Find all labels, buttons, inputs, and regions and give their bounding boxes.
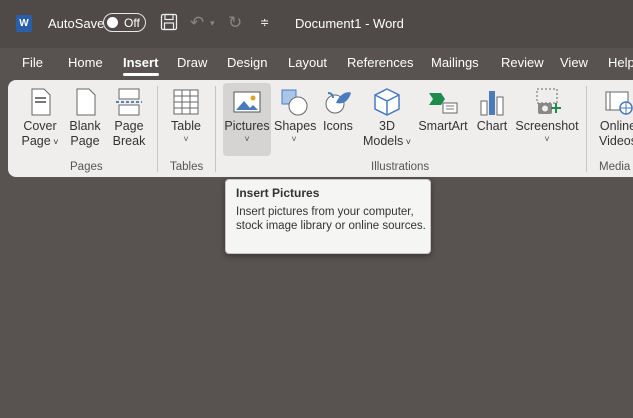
undo-icon[interactable]: ↶ xyxy=(190,13,204,33)
table-button[interactable]: Table ˅ xyxy=(164,83,208,156)
screenshot-button[interactable]: Screenshot ˅ xyxy=(515,83,579,156)
pictures-icon xyxy=(233,91,261,113)
page-break-label-1: Page xyxy=(114,119,144,133)
tab-file[interactable]: File xyxy=(22,55,43,70)
screenshot-icon xyxy=(536,88,561,114)
chevron-down-icon: ˅ xyxy=(244,134,250,144)
insert-ribbon: Cover Page ˅ Blank Page Page Break Pages… xyxy=(8,80,633,177)
online-videos-icon xyxy=(605,91,633,115)
title-bar: W AutoSave Off ↶ ▾ ↻ ≑ Document1 - Word xyxy=(0,0,633,48)
tab-home[interactable]: Home xyxy=(68,55,103,70)
screenshot-label: Screenshot xyxy=(515,119,579,133)
table-icon xyxy=(173,89,199,115)
tab-draw[interactable]: Draw xyxy=(177,55,207,70)
customize-quick-access-icon[interactable]: ≑ xyxy=(260,13,269,33)
3d-cube-icon xyxy=(374,88,400,116)
autosave-label: AutoSave xyxy=(48,16,105,31)
tab-mailings[interactable]: Mailings xyxy=(431,55,479,70)
online-videos-label-1: Online xyxy=(599,119,633,133)
shapes-icon xyxy=(281,89,308,116)
chevron-down-icon: ˅ xyxy=(403,137,412,147)
group-separator xyxy=(157,86,158,172)
tooltip-body: Insert pictures from your computer, stoc… xyxy=(236,206,426,232)
smartart-label: SmartArt xyxy=(418,119,468,133)
blank-page-button[interactable]: Blank Page xyxy=(66,83,104,156)
group-separator xyxy=(586,86,587,172)
blank-page-icon xyxy=(76,88,96,116)
online-videos-button[interactable]: Online Videos xyxy=(592,83,633,156)
shapes-label: Shapes xyxy=(274,119,317,133)
icons-icon xyxy=(325,92,351,114)
undo-dropdown-icon[interactable]: ▾ xyxy=(210,13,215,33)
chart-icon xyxy=(480,91,504,116)
tab-view[interactable]: View xyxy=(560,55,588,70)
smartart-button[interactable]: SmartArt xyxy=(416,83,470,156)
redo-icon[interactable]: ↻ xyxy=(228,13,242,33)
tab-layout[interactable]: Layout xyxy=(288,55,327,70)
icons-label: Icons xyxy=(323,119,353,133)
group-label-tables: Tables xyxy=(170,161,204,173)
blank-page-label-2: Page xyxy=(70,134,100,148)
tab-insert[interactable]: Insert xyxy=(123,55,158,70)
pictures-label: Pictures xyxy=(224,119,270,133)
group-label-pages: Pages xyxy=(70,161,103,173)
cover-page-label-2: Page xyxy=(21,134,51,148)
smartart-icon xyxy=(429,93,458,114)
table-label: Table xyxy=(171,119,201,133)
cover-page-button[interactable]: Cover Page ˅ xyxy=(12,83,68,156)
document-title: Document1 - Word xyxy=(295,16,404,31)
3d-models-label-1: 3D xyxy=(379,119,395,133)
shapes-button[interactable]: Shapes ˅ xyxy=(274,83,317,156)
group-label-illustrations: Illustrations xyxy=(371,161,430,173)
blank-page-label-1: Blank xyxy=(69,119,101,133)
chevron-down-icon: ˅ xyxy=(544,134,550,144)
page-break-button[interactable]: Page Break xyxy=(108,83,150,156)
3d-models-button[interactable]: 3D Models ˅ xyxy=(360,83,414,156)
word-logo-icon: W xyxy=(16,15,32,32)
tab-help[interactable]: Help xyxy=(608,55,633,70)
chevron-down-icon: ˅ xyxy=(183,134,189,144)
insert-pictures-tooltip: Insert Pictures Insert pictures from you… xyxy=(225,179,431,254)
online-videos-label-2: Videos xyxy=(599,134,633,148)
save-icon[interactable] xyxy=(160,13,178,33)
autosave-toggle-state: Off xyxy=(124,16,140,30)
toggle-knob xyxy=(107,17,118,28)
tab-references[interactable]: References xyxy=(347,55,413,70)
cover-page-label-1: Cover xyxy=(23,119,57,133)
autosave-toggle[interactable]: Off xyxy=(103,13,146,32)
icons-button[interactable]: Icons xyxy=(318,83,358,156)
ribbon-tabs: File Home Insert Draw Design Layout Refe… xyxy=(0,50,633,78)
chart-button[interactable]: Chart xyxy=(472,83,512,156)
cover-page-icon xyxy=(31,88,51,116)
group-label-media: Media xyxy=(599,161,631,173)
tab-review[interactable]: Review xyxy=(501,55,544,70)
chart-label: Chart xyxy=(476,119,508,133)
tab-design[interactable]: Design xyxy=(227,55,267,70)
active-tab-indicator xyxy=(123,73,159,76)
pictures-button[interactable]: Pictures ˅ xyxy=(223,83,271,156)
chevron-down-icon: ˅ xyxy=(50,137,59,147)
3d-models-label-2: Models xyxy=(362,134,404,148)
chevron-down-icon: ˅ xyxy=(291,134,297,144)
tooltip-title: Insert Pictures xyxy=(236,186,320,200)
page-break-label-2: Break xyxy=(112,134,146,148)
page-break-icon xyxy=(116,88,142,116)
group-separator xyxy=(215,86,216,172)
